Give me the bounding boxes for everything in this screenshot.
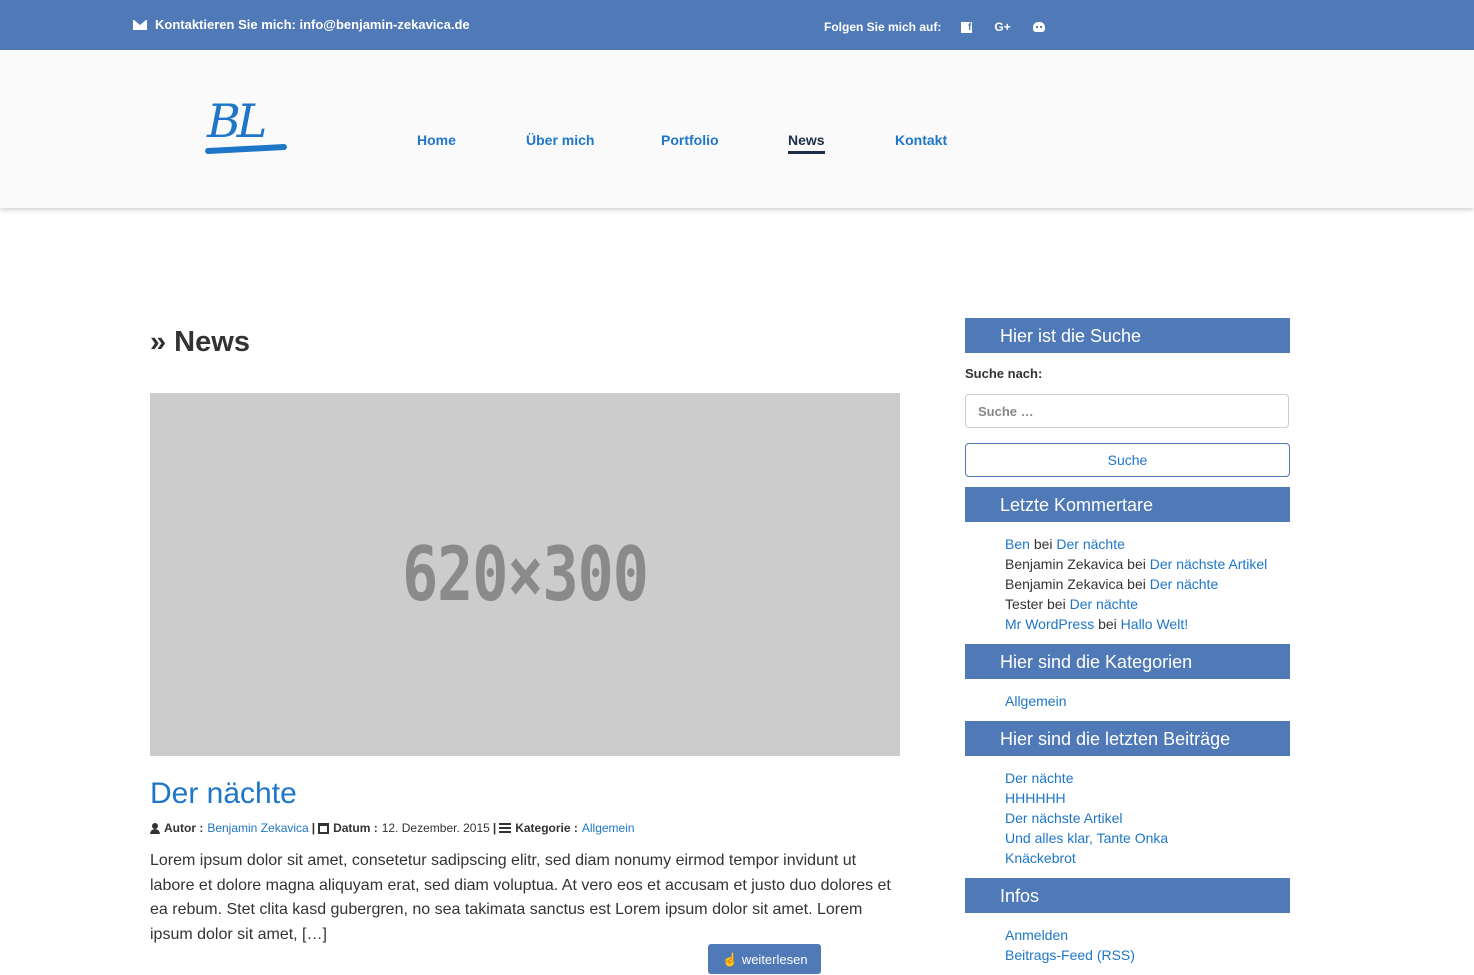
read-more-label: weiterlesen	[741, 952, 808, 967]
comment-post-link[interactable]: Der nächte	[1070, 596, 1138, 612]
recent-post-link[interactable]: Der nächte	[1005, 770, 1073, 786]
comment-author: Benjamin Zekavica	[1005, 576, 1124, 592]
post-excerpt: Lorem ipsum dolor sit amet, consetetur s…	[150, 852, 891, 943]
list-item: HHHHHH	[1005, 788, 1290, 808]
comment-post-link[interactable]: Hallo Welt!	[1121, 616, 1188, 632]
recent-posts-heading: Hier sind die letzten Beiträge	[965, 721, 1290, 756]
nav-item-kontakt[interactable]: Kontakt	[895, 132, 947, 148]
logo-text: BL	[207, 94, 267, 148]
list-item: Benjamin Zekavica bei Der nächste Artike…	[1005, 556, 1268, 572]
social-follow: Folgen Sie mich auf: f G+	[824, 20, 1045, 34]
comment-post-link[interactable]: Der nächte	[1056, 536, 1124, 552]
search-label: Suche nach:	[965, 366, 1043, 381]
search-input[interactable]	[965, 394, 1289, 428]
read-more-button[interactable]: ☝ weiterlesen	[708, 944, 821, 974]
date-label: Datum :	[333, 821, 378, 835]
list-item: Knäckebrot	[1005, 848, 1290, 868]
nav-item-news[interactable]: News	[788, 132, 825, 154]
comment-author-link[interactable]: Mr WordPress	[1005, 616, 1094, 632]
infos-heading: Infos	[965, 878, 1290, 913]
placeholder-label: 620×300	[402, 530, 649, 619]
list-item: Ben bei Der nächte	[1005, 536, 1125, 552]
recent-posts-widget: Hier sind die letzten Beiträge Der nächt…	[965, 721, 1290, 878]
list-item: Mr WordPress bei Hallo Welt!	[1005, 616, 1189, 632]
post-title[interactable]: Der nächte	[150, 777, 297, 811]
envelope-icon	[133, 19, 147, 30]
facebook-icon[interactable]: f	[961, 21, 973, 33]
comment-author-link[interactable]: Ben	[1005, 536, 1030, 552]
list-item: Und alles klar, Tante Onka	[1005, 828, 1290, 848]
site-header: BL Home Über mich Portfolio News Kontakt	[0, 50, 1474, 208]
category-label: Kategorie :	[515, 821, 578, 835]
recent-comments-widget: Letzte Kommertare Ben bei Der nächte Ben…	[965, 487, 1290, 644]
recent-post-link[interactable]: HHHHHH	[1005, 790, 1066, 806]
list-item: Der nächte	[1005, 768, 1290, 788]
page-title: » News	[150, 326, 250, 358]
nav-item-portfolio[interactable]: Portfolio	[661, 132, 719, 148]
categories-widget: Hier sind die Kategorien Allgemein	[965, 644, 1290, 721]
nav-item-home[interactable]: Home	[417, 132, 456, 148]
author-label: Autor :	[164, 821, 204, 835]
github-icon[interactable]	[1032, 22, 1045, 32]
google-plus-icon[interactable]: G+	[994, 20, 1010, 34]
search-widget: Hier ist die Suche Suche nach: Suche	[965, 318, 1290, 477]
categories-heading: Hier sind die Kategorien	[965, 644, 1290, 679]
comment-author: Tester	[1005, 596, 1044, 612]
comment-post-link[interactable]: Der nächte	[1150, 576, 1218, 592]
hand-pointer-icon: ☝	[722, 952, 739, 967]
recent-post-link[interactable]: Und alles klar, Tante Onka	[1005, 830, 1168, 846]
post-featured-image[interactable]: 620×300	[150, 393, 900, 756]
list-icon	[499, 823, 512, 833]
search-button[interactable]: Suche	[965, 443, 1290, 477]
post-meta: Autor : Benjamin Zekavica | Datum : 12. …	[150, 821, 635, 835]
follow-text: Folgen Sie mich auf:	[824, 20, 942, 34]
list-item: Allgemein	[1005, 691, 1290, 711]
list-item: Anmelden	[1005, 925, 1290, 945]
list-item: Beitrags-Feed (RSS)	[1005, 945, 1290, 965]
top-bar: Kontaktieren Sie mich: info@benjamin-zek…	[0, 0, 1474, 50]
author-link[interactable]: Benjamin Zekavica	[207, 821, 308, 835]
meta-separator: |	[492, 821, 497, 835]
rss-feed-link[interactable]: Beitrags-Feed (RSS)	[1005, 947, 1135, 963]
category-link[interactable]: Allgemein	[1005, 693, 1066, 709]
comment-author: Benjamin Zekavica	[1005, 556, 1124, 572]
meta-separator: |	[311, 821, 316, 835]
login-link[interactable]: Anmelden	[1005, 927, 1068, 943]
recent-comments-list: Ben bei Der nächte Benjamin Zekavica bei…	[965, 522, 1290, 644]
user-icon	[150, 822, 160, 834]
comment-post-link[interactable]: Der nächste Artikel	[1150, 556, 1268, 572]
post-date: 12. Dezember. 2015	[381, 821, 490, 835]
contact-text: Kontaktieren Sie mich: info@benjamin-zek…	[155, 17, 470, 32]
list-item: Der nächste Artikel	[1005, 808, 1290, 828]
nav-item-ueber-mich[interactable]: Über mich	[526, 132, 594, 148]
site-logo[interactable]: BL	[204, 94, 291, 160]
list-item: Benjamin Zekavica bei Der nächte	[1005, 576, 1219, 592]
search-heading: Hier ist die Suche	[965, 318, 1290, 353]
categories-list: Allgemein	[965, 679, 1290, 721]
recent-post-link[interactable]: Knäckebrot	[1005, 850, 1076, 866]
recent-posts-list: Der nächte HHHHHH Der nächste Artikel Un…	[965, 756, 1290, 878]
contact-info[interactable]: Kontaktieren Sie mich: info@benjamin-zek…	[133, 17, 470, 32]
category-link[interactable]: Allgemein	[582, 821, 635, 835]
infos-widget: Infos Anmelden Beitrags-Feed (RSS)	[965, 878, 1290, 975]
sidebar: Hier ist die Suche Suche nach: Suche Let…	[965, 318, 1290, 975]
infos-list: Anmelden Beitrags-Feed (RSS)	[965, 913, 1290, 975]
list-item: Tester bei Der nächte	[1005, 596, 1139, 612]
recent-comments-heading: Letzte Kommertare	[965, 487, 1290, 522]
calendar-icon	[318, 822, 330, 834]
recent-post-link[interactable]: Der nächste Artikel	[1005, 810, 1123, 826]
